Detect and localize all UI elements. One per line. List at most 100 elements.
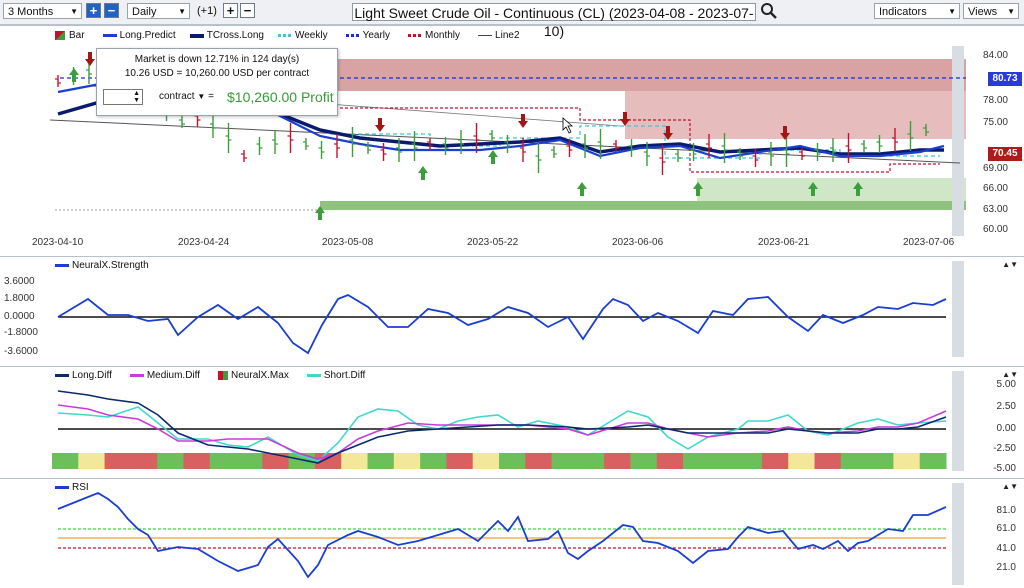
pane-collapse-icon[interactable]: ▲▼ [1002, 482, 1018, 491]
offset-decrease-button[interactable]: − [240, 3, 255, 18]
diff-pane[interactable]: Long.Diff Medium.Diff NeuralX.Max Short.… [0, 366, 1024, 477]
search-icon[interactable] [760, 2, 778, 20]
scroll-region[interactable] [952, 261, 964, 357]
rsi-tick: 81.0 [996, 505, 1016, 516]
neuralx-max-segment [367, 453, 395, 469]
contract-quantity-input[interactable]: ▲ ▼ [103, 89, 143, 105]
neuralx-max-segment [209, 453, 237, 469]
neuralx-max-segment [551, 453, 579, 469]
legend-swatch [55, 264, 69, 267]
strength-tick: -3.6000 [4, 346, 38, 357]
chevron-down-icon: ▼ [948, 7, 956, 16]
chevron-down-icon: ▼ [1007, 7, 1015, 16]
profit-value: $10,260.00 Profit [227, 89, 334, 105]
offset-increase-button[interactable]: + [223, 3, 238, 18]
legend-swatch [102, 34, 117, 37]
price-tick: 63.00 [982, 204, 1008, 215]
neuralx-max-segment [919, 453, 947, 469]
period-dropdown[interactable]: 3 Months ▼ [3, 3, 82, 19]
price-tick: 84.00 [982, 50, 1008, 61]
strength-pane[interactable]: NeuralX.Strength ▲▼ 3.6000 1.8000 0.0000… [0, 256, 1024, 365]
rsi-label: RSI [72, 482, 89, 493]
spinner-icon[interactable]: ▲ ▼ [133, 90, 140, 104]
neuralx-max-segment [683, 453, 710, 469]
legend-medium-diff: Medium.Diff [146, 370, 201, 381]
support-band [320, 201, 966, 210]
strength-label: NeuralX.Strength [72, 260, 149, 271]
zoom-out-button[interactable]: − [104, 3, 119, 18]
legend-swatch [55, 374, 69, 377]
scroll-region[interactable] [952, 483, 964, 585]
interval-dropdown[interactable]: Daily ▼ [127, 3, 190, 19]
legend-long-predict: Long.Predict [119, 30, 176, 41]
legend-swatch [55, 486, 69, 489]
neuralx-max-segment [630, 453, 658, 469]
toolbar: 3 Months ▼ + − Daily ▼ (+1) + − Light Swee… [0, 0, 1024, 39]
legend-swatch [189, 33, 204, 38]
rsi-line [57, 491, 947, 579]
period-value: 3 Months [8, 6, 54, 18]
date-tick: 2023-06-21 [758, 237, 810, 248]
strength-chart[interactable] [0, 257, 1024, 365]
neuralx-max-segment [840, 453, 868, 469]
legend-bar: Bar [69, 30, 85, 41]
neuralx-max-segment [262, 453, 290, 469]
chevron-down-icon: ▼ [70, 7, 78, 16]
date-tick: 2023-04-10 [32, 237, 84, 248]
indicators-dropdown[interactable]: Indicators ▼ [874, 3, 960, 19]
neuralx-max-segment [472, 453, 500, 469]
diff-tick: 5.00 [996, 379, 1016, 390]
legend-swatch [408, 34, 423, 37]
date-tick: 2023-05-22 [467, 237, 519, 248]
strength-tick: -1.8000 [4, 327, 38, 338]
diff-chart[interactable] [0, 367, 1024, 477]
rsi-pane[interactable]: RSI ▲▼ 81.0 61.0 41.0 21.0 [0, 478, 1024, 588]
neuralx-max-segment [604, 453, 631, 469]
neuralx-max-segment [735, 453, 763, 469]
views-dropdown[interactable]: Views ▼ [963, 3, 1019, 19]
date-tick: 2023-07-06 [903, 237, 955, 248]
diff-tick: -2.50 [993, 443, 1016, 454]
legend-swatch [277, 34, 292, 37]
rsi-chart[interactable] [0, 479, 1024, 588]
resistance-zone [300, 59, 966, 91]
legend-tcross-long: TCross.Long [206, 30, 264, 41]
legend-weekly: Weekly [294, 30, 328, 41]
neuralx-max-segment [893, 453, 921, 469]
offset-label: (+1) [197, 5, 217, 17]
neuralx-max-segment [130, 453, 158, 469]
price-tick: 69.00 [982, 163, 1008, 174]
yearly-price-tag: 80.73 [988, 72, 1022, 86]
short-diff-line [57, 406, 947, 462]
up-arrow-icon [418, 166, 428, 180]
rsi-legend: RSI [55, 482, 89, 493]
diff-tick: 2.50 [996, 401, 1016, 412]
legend-short-diff: Short.Diff [323, 370, 366, 381]
zoom-in-button[interactable]: + [86, 3, 101, 18]
interval-value: Daily [132, 6, 157, 18]
strength-tick: 0.0000 [4, 311, 35, 322]
legend-yearly: Yearly [362, 30, 391, 41]
pane-collapse-icon[interactable]: ▲▼ [1002, 370, 1018, 379]
pane-collapse-icon[interactable]: ▲▼ [1002, 260, 1018, 269]
instrument-title[interactable]: Light Sweet Crude Oil - Continuous (CL) … [352, 3, 756, 39]
up-arrow-icon [488, 150, 498, 164]
scroll-region[interactable] [952, 371, 964, 471]
down-arrow-icon [518, 114, 528, 128]
date-tick: 2023-05-08 [322, 237, 374, 248]
mouse-cursor [562, 117, 574, 134]
neuralx-max-segment [867, 453, 894, 469]
legend-line2: Line2 [495, 30, 520, 41]
chevron-down-icon: ▼ [197, 92, 206, 101]
down-arrow-icon [85, 52, 95, 66]
neuralx-max-segment [183, 453, 211, 469]
diff-tick: 0.00 [996, 423, 1016, 434]
contract-dropdown[interactable]: contract ▼ = [159, 91, 214, 102]
legend-swatch [218, 371, 229, 380]
scroll-region[interactable] [952, 46, 964, 236]
neuralx-max-segment [446, 453, 474, 469]
diff-tick: -5.00 [993, 463, 1016, 474]
legend-swatch [478, 35, 493, 36]
neural-strength-line [57, 293, 947, 355]
neuralx-max-segment [78, 453, 106, 469]
